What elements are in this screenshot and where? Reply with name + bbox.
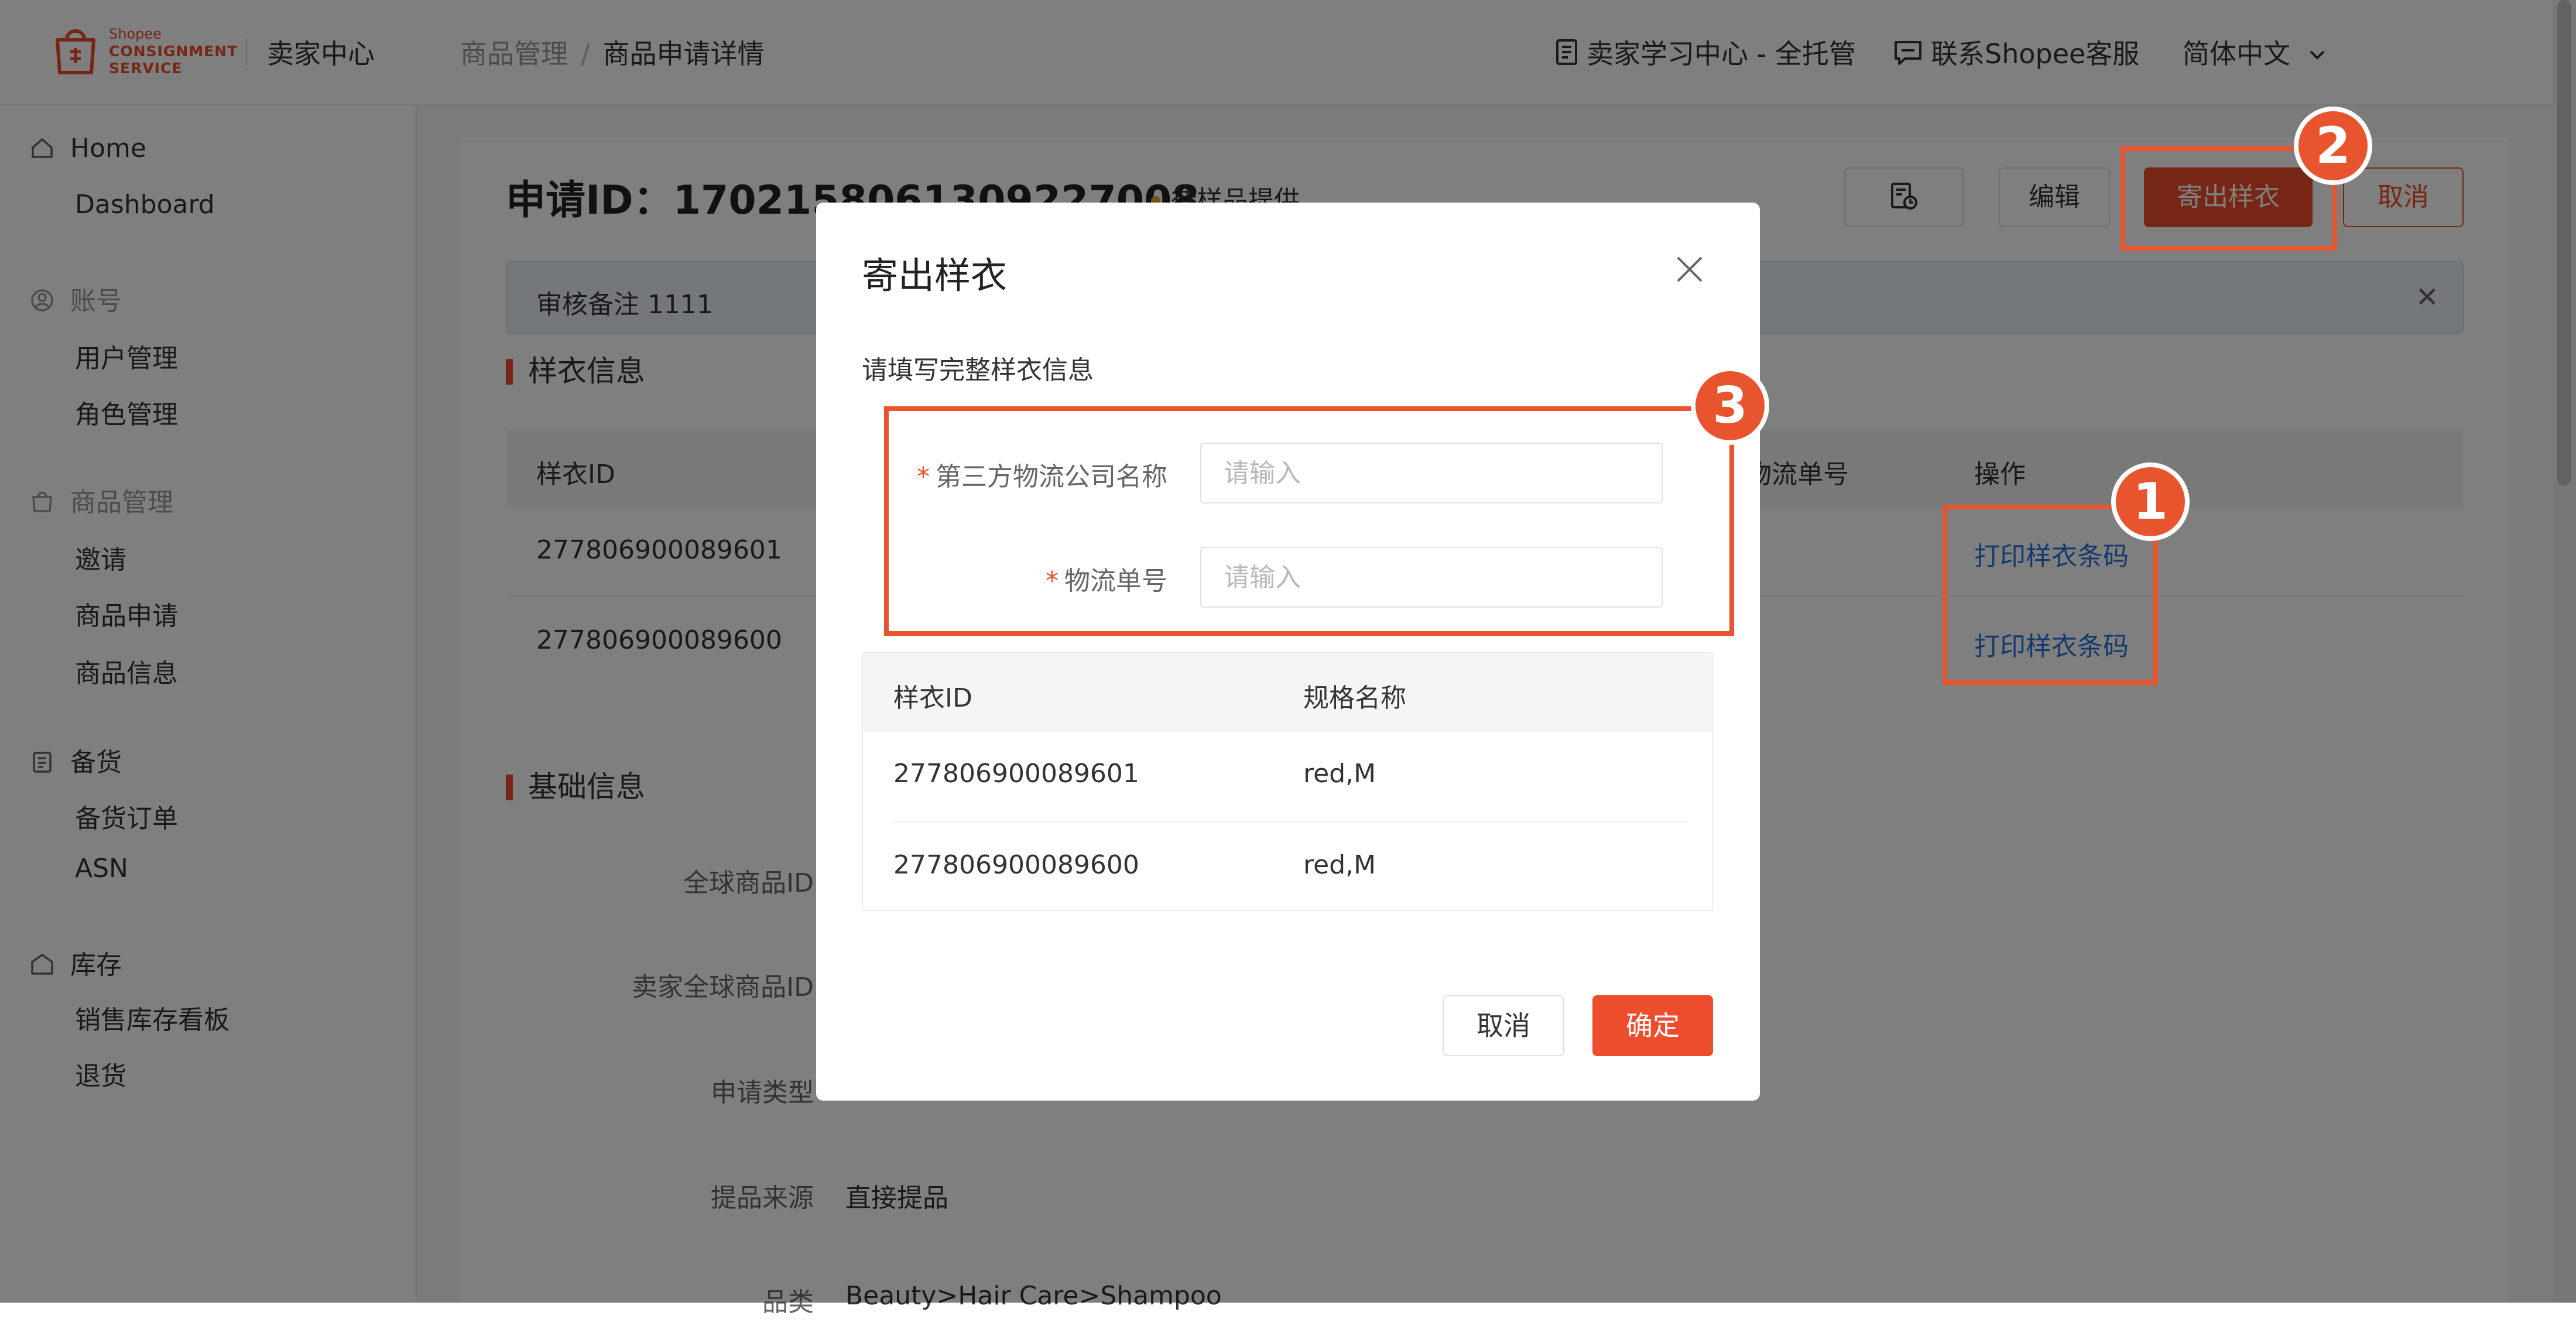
column-header-spec-name: 规格名称 <box>1303 683 1406 713</box>
row-divider <box>892 821 1688 822</box>
modal-title: 寄出样衣 <box>862 254 1008 297</box>
modal-cancel-button[interactable]: 取消 <box>1443 995 1564 1056</box>
modal-sample-id-cell: 277806900089600 <box>893 850 1139 880</box>
app-root: Shopee CONSIGNMENT SERVICE 卖家中心 商品管理/商品申… <box>0 0 2576 1343</box>
modal-spec-cell: red,M <box>1303 759 1376 789</box>
highlight-box-step-3 <box>884 406 1734 636</box>
modal-table-header: 样衣ID 规格名称 <box>863 653 1712 732</box>
modal-spec-cell: red,M <box>1303 850 1376 880</box>
column-header-sample-id: 样衣ID <box>893 683 972 713</box>
step-badge-2: 2 <box>2294 107 2372 185</box>
modal-subtitle: 请填写完整样衣信息 <box>862 355 1094 385</box>
modal-sample-id-cell: 277806900089601 <box>893 759 1139 789</box>
modal-sample-table: 样衣ID 规格名称 277806900089601 red,M 27780690… <box>862 652 1713 911</box>
step-badge-3: 3 <box>1691 366 1769 445</box>
close-icon[interactable] <box>1672 252 1707 287</box>
send-sample-modal: 寄出样衣 请填写完整样衣信息 *第三方物流公司名称 *物流单号 样衣ID 规格名… <box>816 203 1760 1101</box>
step-badge-1: 1 <box>2111 462 2190 541</box>
modal-confirm-button[interactable]: 确定 <box>1592 995 1713 1056</box>
